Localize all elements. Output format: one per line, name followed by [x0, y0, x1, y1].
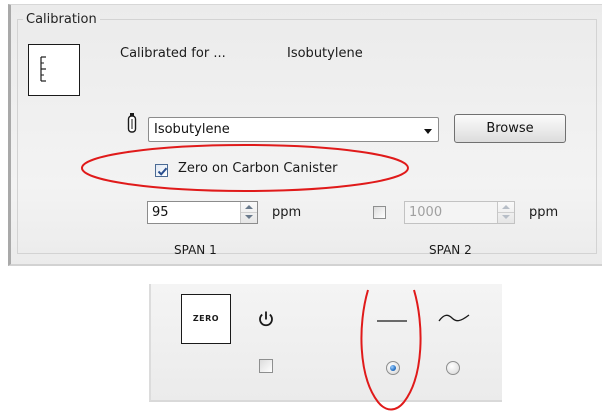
- flat-line-icon: [376, 314, 408, 322]
- wave-line-icon: [438, 312, 470, 324]
- checkmark-icon: [157, 167, 168, 176]
- span2-stepper[interactable]: [497, 202, 514, 223]
- spin-up-icon[interactable]: [502, 205, 510, 209]
- calibrated-for-value: Isobutylene: [287, 46, 363, 61]
- span1-value[interactable]: 95: [152, 205, 169, 220]
- wave-radio[interactable]: [446, 361, 460, 375]
- radio-selected-dot: [390, 365, 396, 371]
- span1-unit: ppm: [272, 205, 302, 220]
- steady-radio[interactable]: [386, 361, 400, 375]
- span2-value[interactable]: 1000: [409, 205, 442, 220]
- power-icon: [258, 310, 274, 328]
- screenshot-stage: Calibration Calibrated for ... Isobutyle…: [0, 0, 604, 415]
- zero-panel-checkbox[interactable]: [259, 359, 273, 373]
- spin-up-icon[interactable]: [245, 205, 253, 209]
- zero-on-canister-checkbox[interactable]: [155, 164, 168, 177]
- gas-select[interactable]: Isobutylene: [148, 117, 439, 142]
- spin-down-icon[interactable]: [502, 215, 510, 219]
- span2-unit: ppm: [529, 205, 559, 220]
- span1-stepper[interactable]: [240, 202, 257, 223]
- span2-label: SPAN 2: [429, 243, 472, 257]
- chevron-down-icon[interactable]: [424, 129, 432, 134]
- calibration-ruler-icon: [28, 44, 80, 96]
- calibrated-for-label: Calibrated for ...: [120, 46, 226, 61]
- calibration-group-title: Calibration: [23, 12, 100, 28]
- gas-cylinder-icon: [126, 113, 138, 133]
- zero-on-canister-label[interactable]: Zero on Carbon Canister: [178, 161, 337, 176]
- spin-down-icon[interactable]: [245, 215, 253, 219]
- span1-label: SPAN 1: [174, 243, 217, 257]
- span2-input[interactable]: 1000: [404, 201, 515, 224]
- span1-input[interactable]: 95: [147, 201, 258, 224]
- browse-button[interactable]: Browse: [454, 114, 566, 143]
- span2-enable-checkbox[interactable]: [373, 206, 386, 219]
- gas-select-value: Isobutylene: [154, 122, 230, 137]
- zero-icon: ZERO: [181, 294, 231, 344]
